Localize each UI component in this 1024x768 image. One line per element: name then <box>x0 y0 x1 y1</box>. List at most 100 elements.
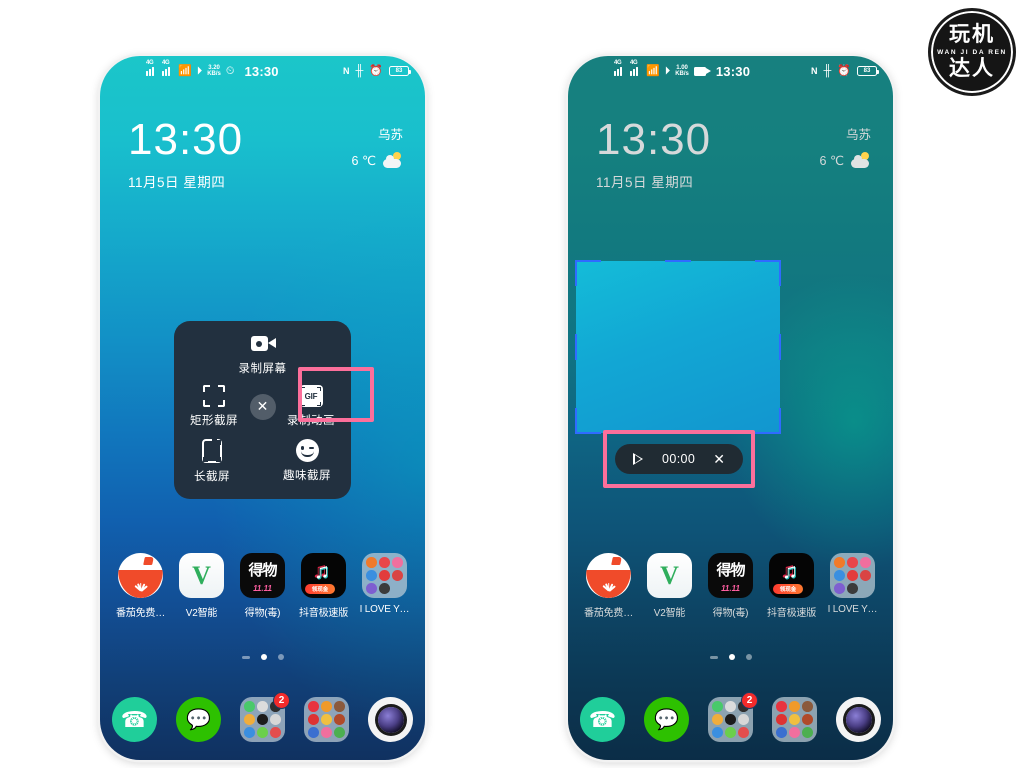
network-type-2: 4G <box>162 59 170 66</box>
selection-handle-bottom-right[interactable] <box>755 408 781 434</box>
tool-record-gif-label: 录制动画 <box>287 415 335 427</box>
wechat-icon[interactable]: 💬 <box>644 697 689 742</box>
clock-widget-left[interactable]: 13:30 11月5日 星期四 乌苏 6 ℃ <box>128 118 403 191</box>
tool-rect-screenshot[interactable]: 矩形截屏 <box>190 385 238 428</box>
close-recording-icon[interactable]: ✕ <box>713 452 725 466</box>
battery-icon: 83 <box>857 66 879 76</box>
rect-crop-icon <box>203 385 225 407</box>
app-label: 得物(毒) <box>712 608 749 619</box>
page-indicator-right <box>568 654 893 660</box>
dock-right: ☎ 💬 2 <box>580 692 881 742</box>
gif-capture-selection[interactable] <box>575 260 781 434</box>
net-speed-unit: KB/s <box>675 71 689 77</box>
weather-widget[interactable]: 乌苏 6 ℃ <box>352 124 403 168</box>
selection-handle-top-right[interactable] <box>755 260 781 286</box>
close-popup-button[interactable]: ✕ <box>249 393 276 420</box>
widget-date: 11月5日 星期四 <box>128 175 226 190</box>
signal-icon-2: 4G <box>162 60 173 76</box>
page-dot[interactable] <box>709 655 718 659</box>
home-screen-left: 4G 4G 📶 ⏵ 3.20 KB/s ⏲ 13:30 N ╫ ⏰ 83 13:… <box>100 56 425 760</box>
folder-games-icon[interactable] <box>304 697 349 742</box>
weather-widget[interactable]: 乌苏 6 ℃ <box>820 124 871 168</box>
selection-handle-bottom-left[interactable] <box>575 408 601 434</box>
net-speed: 3.20 KB/s <box>207 65 221 78</box>
wifi-icon: 📶 <box>646 64 660 77</box>
douyin-badge: 领现金 <box>773 584 803 594</box>
logo-line-3: 达人 <box>949 56 995 80</box>
play-icon[interactable] <box>632 452 644 466</box>
wechat-icon[interactable]: 💬 <box>176 697 221 742</box>
gif-recording-controls[interactable]: 00:00 ✕ <box>615 444 743 474</box>
selection-handle-top-left[interactable] <box>575 260 601 286</box>
selection-handle-left-middle[interactable] <box>575 334 601 360</box>
tool-record-screen-label: 录制屏幕 <box>238 363 287 375</box>
phone-left: 4G 4G 📶 ⏵ 3.20 KB/s ⏲ 13:30 N ╫ ⏰ 83 13:… <box>100 56 425 760</box>
app-dewu[interactable]: 得物 11.11 得物(毒) <box>234 553 291 619</box>
clock-widget-right[interactable]: 13:30 11月5日 星期四 乌苏 6 ℃ <box>596 118 871 191</box>
app-label: I LOVE Y… <box>359 604 410 615</box>
tool-record-screen[interactable]: 录制屏幕 <box>239 333 287 376</box>
nfc-icon: N <box>811 65 818 76</box>
folder-games-icon[interactable] <box>772 697 817 742</box>
app-douyin-lite[interactable]: ♫ ♫ ♫ 领现金 抖音极速版 <box>763 553 820 619</box>
app-tomato-novel[interactable]: 番茄免费… <box>580 553 637 619</box>
app-dewu[interactable]: 得物 11.11 得物(毒) <box>702 553 759 619</box>
sun-cloud-icon <box>851 151 871 168</box>
app-folder-i-love-y[interactable]: I LOVE Y… <box>824 553 881 619</box>
tool-record-gif[interactable]: GIF 录制动画 <box>287 385 335 428</box>
v2-smart-icon: V <box>179 553 224 598</box>
bluetooth-icon: ╫ <box>355 64 364 77</box>
app-grid-right: 番茄免费… V V2智能 得物 11.11 得物(毒) ♫ ♫ ♫ 领现金 抖音… <box>580 553 881 619</box>
app-label: V2智能 <box>185 608 218 619</box>
screenshot-canvas: 玩机 WAN JI DA REN 达人 4G 4G 📶 ⏵ 3.20 KB/s … <box>0 0 1024 768</box>
net-speed-unit: KB/s <box>207 71 221 77</box>
notification-badge: 2 <box>741 692 758 709</box>
camera-icon[interactable] <box>368 697 413 742</box>
app-v2-smart[interactable]: V V2智能 <box>641 553 698 619</box>
clock-icon: ⏰ <box>837 64 851 77</box>
app-label: 番茄免费… <box>116 608 165 619</box>
tomato-novel-icon <box>118 553 163 598</box>
network-type-1: 4G <box>614 59 622 66</box>
tool-fun-screenshot[interactable]: 趣味截屏 <box>283 439 331 484</box>
camera-icon[interactable] <box>836 697 881 742</box>
net-speed: 1.00 KB/s <box>675 65 689 78</box>
dock-left: ☎ 💬 2 <box>112 692 413 742</box>
phone-icon[interactable]: ☎ <box>580 697 625 742</box>
app-folder-i-love-y[interactable]: I LOVE Y… <box>356 553 413 619</box>
tool-long-screenshot-label: 长截屏 <box>194 471 230 483</box>
app-label: V2智能 <box>653 608 686 619</box>
folder-tools-icon[interactable]: 2 <box>240 692 290 742</box>
widget-date: 11月5日 星期四 <box>596 175 694 190</box>
screenshot-tools-popup[interactable]: 录制屏幕 矩形截屏 ✕ GIF 录制动画 长截屏 趣味截屏 <box>174 321 351 499</box>
phone-icon[interactable]: ☎ <box>112 697 157 742</box>
selection-handle-right-middle[interactable] <box>755 334 781 360</box>
page-dot[interactable] <box>745 654 752 660</box>
folder-tools-icon[interactable]: 2 <box>708 692 758 742</box>
folder-icon <box>362 553 407 598</box>
app-douyin-lite[interactable]: ♫ ♫ ♫ 领现金 抖音极速版 <box>295 553 352 619</box>
v2-smart-icon: V <box>647 553 692 598</box>
wanjidaren-logo: 玩机 WAN JI DA REN 达人 <box>928 8 1016 96</box>
close-icon: ✕ <box>256 398 269 414</box>
camcorder-icon <box>250 333 276 355</box>
alarm-icon: ⏲ <box>225 64 235 77</box>
douyin-lite-icon: ♫ ♫ ♫ 领现金 <box>301 553 346 598</box>
page-dot[interactable] <box>241 655 250 659</box>
tool-long-screenshot[interactable]: 长截屏 <box>194 439 230 484</box>
recording-camcorder-icon <box>693 66 711 76</box>
page-dot-active[interactable] <box>260 654 267 660</box>
page-dot-active[interactable] <box>728 654 735 660</box>
page-dot[interactable] <box>277 654 284 660</box>
logo-line-1: 玩机 <box>949 23 995 47</box>
app-tomato-novel[interactable]: 番茄免费… <box>112 553 169 619</box>
status-clock: 13:30 <box>244 63 279 79</box>
app-v2-smart[interactable]: V V2智能 <box>173 553 230 619</box>
tool-rect-screenshot-label: 矩形截屏 <box>190 415 238 427</box>
gif-icon: GIF <box>299 385 323 407</box>
smiley-icon <box>295 439 319 462</box>
selection-handle-bottom-middle[interactable] <box>665 408 691 434</box>
app-label: 抖音极速版 <box>767 608 816 619</box>
selection-handle-top-middle[interactable] <box>665 260 691 286</box>
signal-icon-2: 4G <box>630 60 641 76</box>
